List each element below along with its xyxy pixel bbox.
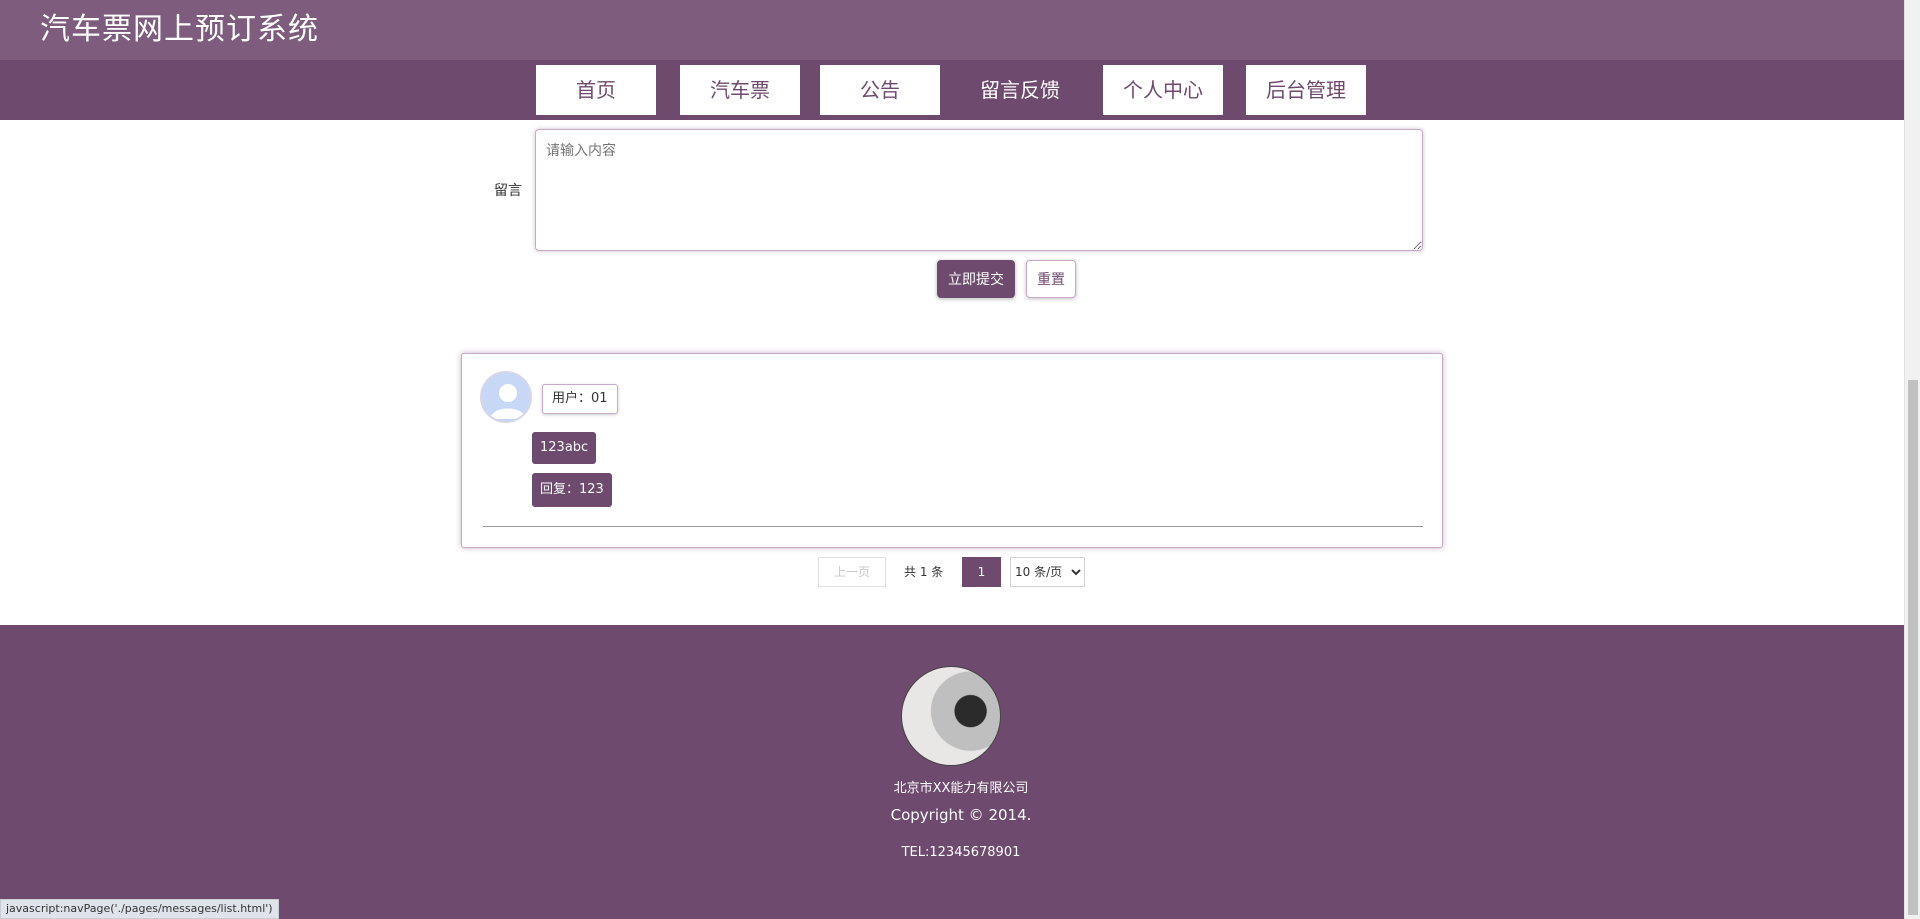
footer: 北京市XX能力有限公司 Copyright © 2014. TEL:123456… bbox=[0, 625, 1904, 919]
comment-card: 用户：01 123abc 回复：123 bbox=[461, 353, 1443, 548]
pagination-total: 共 1 条 bbox=[904, 565, 944, 579]
footer-company: 北京市XX能力有限公司 bbox=[893, 781, 1029, 796]
comment-user: 用户：01 bbox=[542, 384, 618, 414]
footer-copyright: Copyright © 2014. bbox=[890, 806, 1032, 824]
reset-button[interactable]: 重置 bbox=[1026, 260, 1076, 298]
pagination-page-1[interactable]: 1 bbox=[962, 557, 1001, 587]
message-label: 留言 bbox=[494, 183, 522, 199]
footer-tel: TEL:12345678901 bbox=[901, 845, 1021, 860]
user-avatar-icon bbox=[480, 371, 532, 423]
page-size-select[interactable]: 10 条/页 bbox=[1010, 557, 1085, 587]
main-nav: 首页 汽车票 公告 留言反馈 个人中心 后台管理 bbox=[0, 60, 1904, 120]
nav-item-user-center[interactable]: 个人中心 bbox=[1103, 65, 1223, 115]
site-title: 汽车票网上预订系统 bbox=[40, 12, 319, 47]
nav-item-bus-tickets[interactable]: 汽车票 bbox=[680, 65, 800, 115]
message-textarea[interactable] bbox=[535, 129, 1423, 251]
scrollbar-thumb[interactable] bbox=[1908, 380, 1918, 915]
vertical-scrollbar[interactable] bbox=[1904, 0, 1920, 919]
nav-item-announcements[interactable]: 公告 bbox=[820, 65, 940, 115]
pagination-prev-button[interactable]: 上一页 bbox=[818, 557, 886, 587]
nav-item-home[interactable]: 首页 bbox=[536, 65, 656, 115]
submit-button[interactable]: 立即提交 bbox=[937, 260, 1015, 298]
comment-reply: 回复：123 bbox=[532, 473, 612, 507]
browser-status-bar: javascript:navPage('./pages/messages/lis… bbox=[0, 899, 279, 919]
footer-logo-image bbox=[901, 666, 1001, 766]
page-viewport: 汽车票网上预订系统 首页 汽车票 公告 留言反馈 个人中心 后台管理 留言 立即… bbox=[0, 0, 1904, 919]
nav-item-admin[interactable]: 后台管理 bbox=[1246, 65, 1366, 115]
nav-item-feedback[interactable]: 留言反馈 bbox=[960, 65, 1080, 115]
top-header: 汽车票网上预订系统 bbox=[0, 0, 1904, 60]
comment-content: 123abc bbox=[532, 432, 597, 464]
card-divider bbox=[483, 526, 1423, 527]
default-user-icon bbox=[490, 384, 526, 419]
